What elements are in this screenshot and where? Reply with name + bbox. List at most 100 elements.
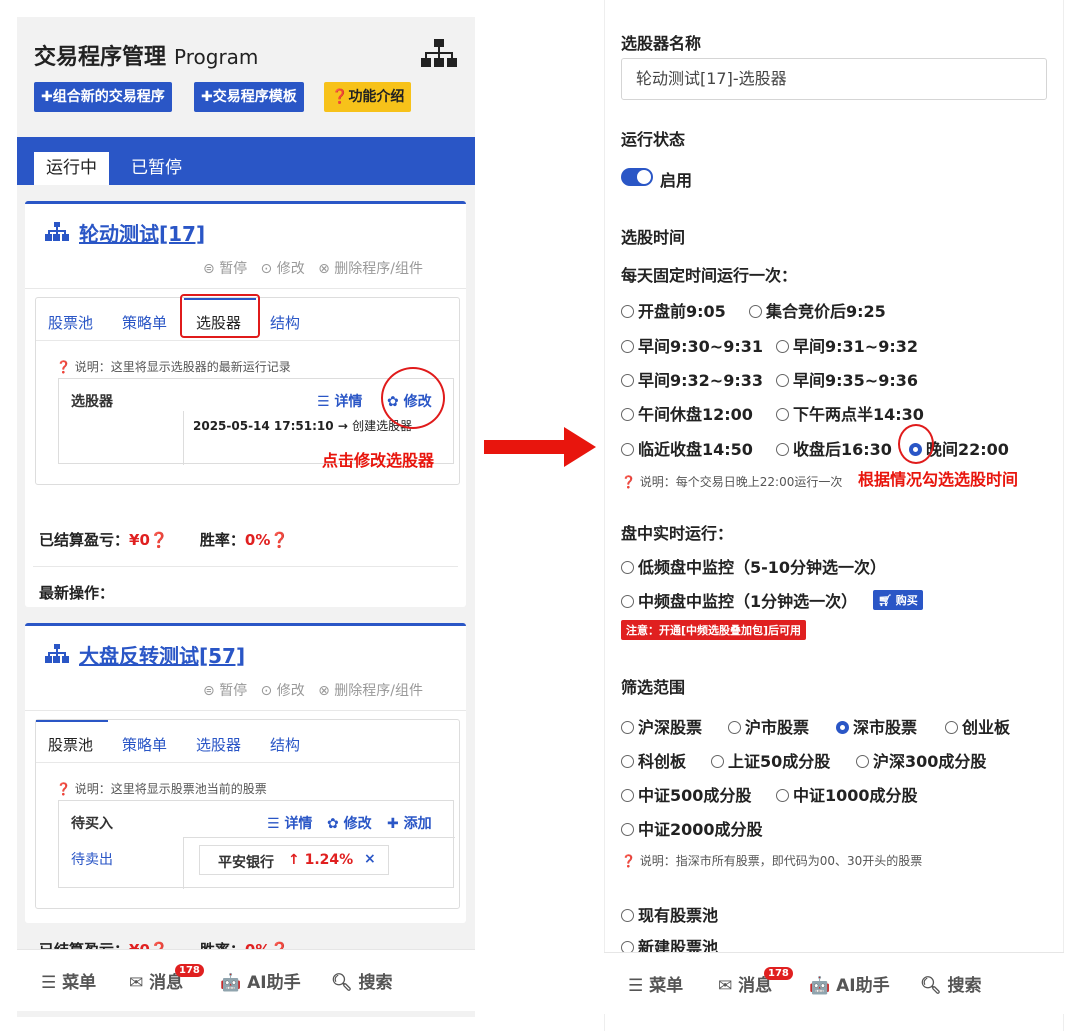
menu-button[interactable]: ☰ 菜单 <box>628 971 683 996</box>
tab-paused[interactable]: 已暂停 <box>119 152 194 185</box>
subtab-pool[interactable]: 股票池 <box>48 734 93 755</box>
radio-time-option[interactable]: 早间9:30~9:31 <box>621 333 763 357</box>
settled-pnl: 已结算盈亏：¥0❓ 胜率：0%❓ <box>39 531 290 549</box>
subtab-structure[interactable]: 结构 <box>270 734 300 755</box>
program-name-link[interactable]: 轮动测试[17] <box>79 218 205 247</box>
bottom-nav: ☰ 菜单 ✉ 消息 178 🤖 AI助手 🔍︎ 搜索 <box>17 949 475 1011</box>
remove-stock-icon[interactable]: × <box>364 851 376 867</box>
program-actions: ⊜ 暂停 ⊙ 修改 ⊗ 删除程序/组件 <box>203 680 423 700</box>
subtab-structure[interactable]: 结构 <box>270 312 300 333</box>
highlight-selected-time <box>898 424 934 464</box>
right-panel: 选股器名称 轮动测试[17]-选股器 运行状态 启用 选股时间 每天固定时间运行… <box>604 0 1064 1031</box>
program-template-button[interactable]: ✚交易程序模板 <box>194 82 304 112</box>
latest-action-label: 最新操作： <box>39 584 115 602</box>
radio-time-option[interactable]: 收盘后16:30 <box>776 436 892 460</box>
arrow-right-icon <box>484 427 596 467</box>
warning-badge: 注意：开通[中频选股叠加包]后可用 <box>621 620 807 640</box>
bottom-nav: ☰ 菜单 ✉ 消息 178 🤖 AI助手 🔍︎ 搜索 <box>604 952 1064 1014</box>
radio-scope-option[interactable]: 创业板 <box>945 714 1010 738</box>
detail-link[interactable]: ☰ 详情 <box>317 391 362 411</box>
buy-button[interactable]: 🛒︎ 购买 <box>873 590 923 610</box>
radio-scope-option[interactable]: 中证2000成分股 <box>621 816 763 840</box>
log-entry: 2025-05-14 17:51:10 → 创建选股器 <box>193 419 413 433</box>
message-badge: 178 <box>175 964 204 977</box>
radio-time-option[interactable]: 午间休盘12:00 <box>621 401 753 425</box>
scope-note: ❓ 说明：指深市所有股票，即代码为00、30开头的股票 <box>621 854 923 868</box>
feature-intro-button[interactable]: ❓功能介绍 <box>324 82 412 112</box>
menu-button[interactable]: ☰ 菜单 <box>41 968 96 993</box>
tab-running[interactable]: 运行中 <box>34 152 109 185</box>
edit-action[interactable]: ⊙ 修改 <box>261 683 305 699</box>
realtime-label: 盘中实时运行： <box>621 524 734 543</box>
radio-scope-option-selected[interactable]: 深市股票 <box>836 714 917 738</box>
program-actions: ⊜ 暂停 ⊙ 修改 ⊗ 删除程序/组件 <box>203 258 423 278</box>
annotation-edit-selector: 点击修改选股器 <box>322 451 435 470</box>
select-time-label: 选股时间 <box>621 228 686 247</box>
highlight-edit-link <box>381 367 445 429</box>
program-card: 大盘反转测试[57] ⊜ 暂停 ⊙ 修改 ⊗ 删除程序/组件 股票池 策略单 选… <box>25 623 466 923</box>
highlight-selector-tab <box>180 294 260 338</box>
radio-time-option[interactable]: 下午两点半14:30 <box>776 401 924 425</box>
pending-buy-label[interactable]: 待买入 <box>71 813 113 833</box>
page-title: 交易程序管理 Program <box>34 45 259 70</box>
radio-scope-option[interactable]: 中证500成分股 <box>621 782 751 806</box>
selector-label: 选股器 <box>71 394 113 410</box>
pause-action[interactable]: ⊜ 暂停 <box>203 261 247 277</box>
message-badge: 178 <box>764 967 793 980</box>
scope-label: 筛选范围 <box>621 678 686 697</box>
fixed-time-label: 每天固定时间运行一次： <box>621 266 798 285</box>
pending-sell-label[interactable]: 待卖出 <box>71 849 113 869</box>
radio-time-option[interactable]: 早间9:35~9:36 <box>776 367 918 391</box>
radio-scope-option[interactable]: 中证1000成分股 <box>776 782 918 806</box>
delete-action[interactable]: ⊗ 删除程序/组件 <box>318 261 423 277</box>
time-note: ❓ 说明：每个交易日晚上22:00运行一次 <box>621 475 843 489</box>
radio-time-option[interactable]: 开盘前9:05 <box>621 298 726 322</box>
structure-icon <box>45 644 69 663</box>
program-name-link[interactable]: 大盘反转测试[57] <box>79 640 245 669</box>
subtab-selector[interactable]: 选股器 <box>196 734 241 755</box>
radio-time-option[interactable]: 集合竞价后9:25 <box>749 298 886 322</box>
radio-time-option[interactable]: 临近收盘14:50 <box>621 436 753 460</box>
new-program-button[interactable]: ✚组合新的交易程序 <box>34 82 172 112</box>
structure-icon <box>45 222 69 241</box>
enable-toggle[interactable] <box>621 168 653 186</box>
run-status-label: 运行状态 <box>621 130 686 149</box>
ai-assistant-button[interactable]: 🤖 AI助手 <box>220 968 301 993</box>
radio-time-option[interactable]: 早间9:31~9:32 <box>776 333 918 357</box>
delete-action[interactable]: ⊗ 删除程序/组件 <box>318 683 423 699</box>
selector-name-label: 选股器名称 <box>621 34 702 53</box>
radio-scope-option[interactable]: 上证50成分股 <box>711 748 830 772</box>
radio-scope-option[interactable]: 沪深股票 <box>621 714 702 738</box>
radio-realtime-low[interactable]: 低频盘中监控（5-10分钟选一次） <box>621 554 886 578</box>
ai-assistant-button[interactable]: 🤖 AI助手 <box>809 971 890 996</box>
selector-note: ❓ 说明：这里将显示选股器的最新运行记录 <box>56 360 291 374</box>
annotation-select-time: 根据情况勾选选股时间 <box>858 466 1019 490</box>
radio-scope-option[interactable]: 沪市股票 <box>728 714 809 738</box>
radio-existing-pool[interactable]: 现有股票池 <box>621 902 718 926</box>
pool-note: ❓ 说明：这里将显示股票池当前的股票 <box>56 782 267 796</box>
edit-link[interactable]: ✿ 修改 <box>327 813 372 833</box>
enable-toggle-label: 启用 <box>660 171 693 190</box>
pause-action[interactable]: ⊜ 暂停 <box>203 683 247 699</box>
subtab-pool[interactable]: 股票池 <box>48 312 93 333</box>
header: 交易程序管理 Program ✚组合新的交易程序 ✚交易程序模板 ❓功能介绍 <box>17 17 475 137</box>
search-button[interactable]: 🔍︎ 搜索 <box>920 971 982 996</box>
structure-icon[interactable] <box>421 39 457 69</box>
pool-record: 待买入 待卖出 ☰ 详情 ✿ 修改 ✚ 添加 平安银行 ↑ 1.24% × <box>58 800 455 889</box>
selector-name-input[interactable]: 轮动测试[17]-选股器 <box>621 58 1047 100</box>
status-tabs: 运行中 已暂停 <box>17 137 475 185</box>
radio-scope-option[interactable]: 科创板 <box>621 748 686 772</box>
detail-link[interactable]: ☰ 详情 <box>267 813 312 833</box>
add-link[interactable]: ✚ 添加 <box>387 813 432 833</box>
search-button[interactable]: 🔍︎ 搜索 <box>331 968 393 993</box>
radio-time-option[interactable]: 早间9:32~9:33 <box>621 367 763 391</box>
subtab-strategy[interactable]: 策略单 <box>122 312 167 333</box>
stock-change: ↑ 1.24% <box>288 852 354 868</box>
radio-realtime-mid[interactable]: 中频盘中监控（1分钟选一次） <box>621 588 857 612</box>
edit-action[interactable]: ⊙ 修改 <box>261 261 305 277</box>
radio-scope-option[interactable]: 沪深300成分股 <box>856 748 986 772</box>
left-panel: 交易程序管理 Program ✚组合新的交易程序 ✚交易程序模板 ❓功能介绍 运行… <box>17 17 475 1017</box>
stock-chip[interactable]: 平安银行 ↑ 1.24% × <box>199 845 389 875</box>
subtab-strategy[interactable]: 策略单 <box>122 734 167 755</box>
component-tabs: 股票池 策略单 选股器 结构 ❓ 说明：这里将显示股票池当前的股票 待买入 待卖… <box>35 719 460 909</box>
